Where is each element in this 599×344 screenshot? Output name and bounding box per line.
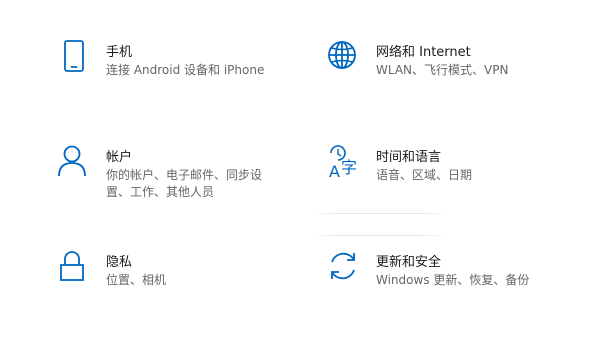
privacy-description: 位置、相机 (106, 273, 167, 287)
privacy-title: 隐私 (106, 255, 133, 270)
time-language-latin-glyph: A (329, 162, 340, 181)
update-security-description: Windows 更新、恢复、备份 (376, 273, 530, 287)
person-icon (57, 145, 93, 181)
divider (312, 235, 447, 236)
accounts-tile[interactable]: 帐户 你的帐户、电子邮件、同步设置、工作、其他人员 (57, 145, 327, 201)
settings-home: 手机 连接 Android 设备和 iPhone 网络和 Internet WL… (0, 0, 599, 344)
globe-icon (327, 40, 363, 76)
time-language-description: 语音、区域、日期 (376, 168, 473, 182)
network-internet-tile[interactable]: 网络和 Internet WLAN、飞行模式、VPN (327, 40, 597, 84)
time-language-tile[interactable]: A 字 时间和语言 语音、区域、日期 (327, 145, 597, 189)
update-security-tile[interactable]: 更新和安全 Windows 更新、恢复、备份 (327, 250, 597, 294)
time-language-cjk-glyph: 字 (341, 158, 357, 177)
phone-tile[interactable]: 手机 连接 Android 设备和 iPhone (57, 40, 327, 84)
privacy-tile[interactable]: 隐私 位置、相机 (57, 250, 327, 294)
accounts-description: 你的帐户、电子邮件、同步设置、工作、其他人员 (106, 168, 263, 199)
time-language-title: 时间和语言 (376, 150, 442, 165)
phone-description: 连接 Android 设备和 iPhone (106, 63, 265, 77)
accounts-title: 帐户 (106, 150, 133, 165)
network-internet-title: 网络和 Internet (376, 45, 471, 60)
phone-icon (57, 40, 93, 76)
phone-title: 手机 (106, 45, 133, 60)
update-security-title: 更新和安全 (376, 255, 442, 270)
network-internet-description: WLAN、飞行模式、VPN (376, 63, 509, 77)
lock-icon (57, 250, 93, 286)
divider (312, 213, 447, 214)
time-language-icon: A 字 (327, 145, 363, 181)
sync-icon (327, 250, 363, 286)
